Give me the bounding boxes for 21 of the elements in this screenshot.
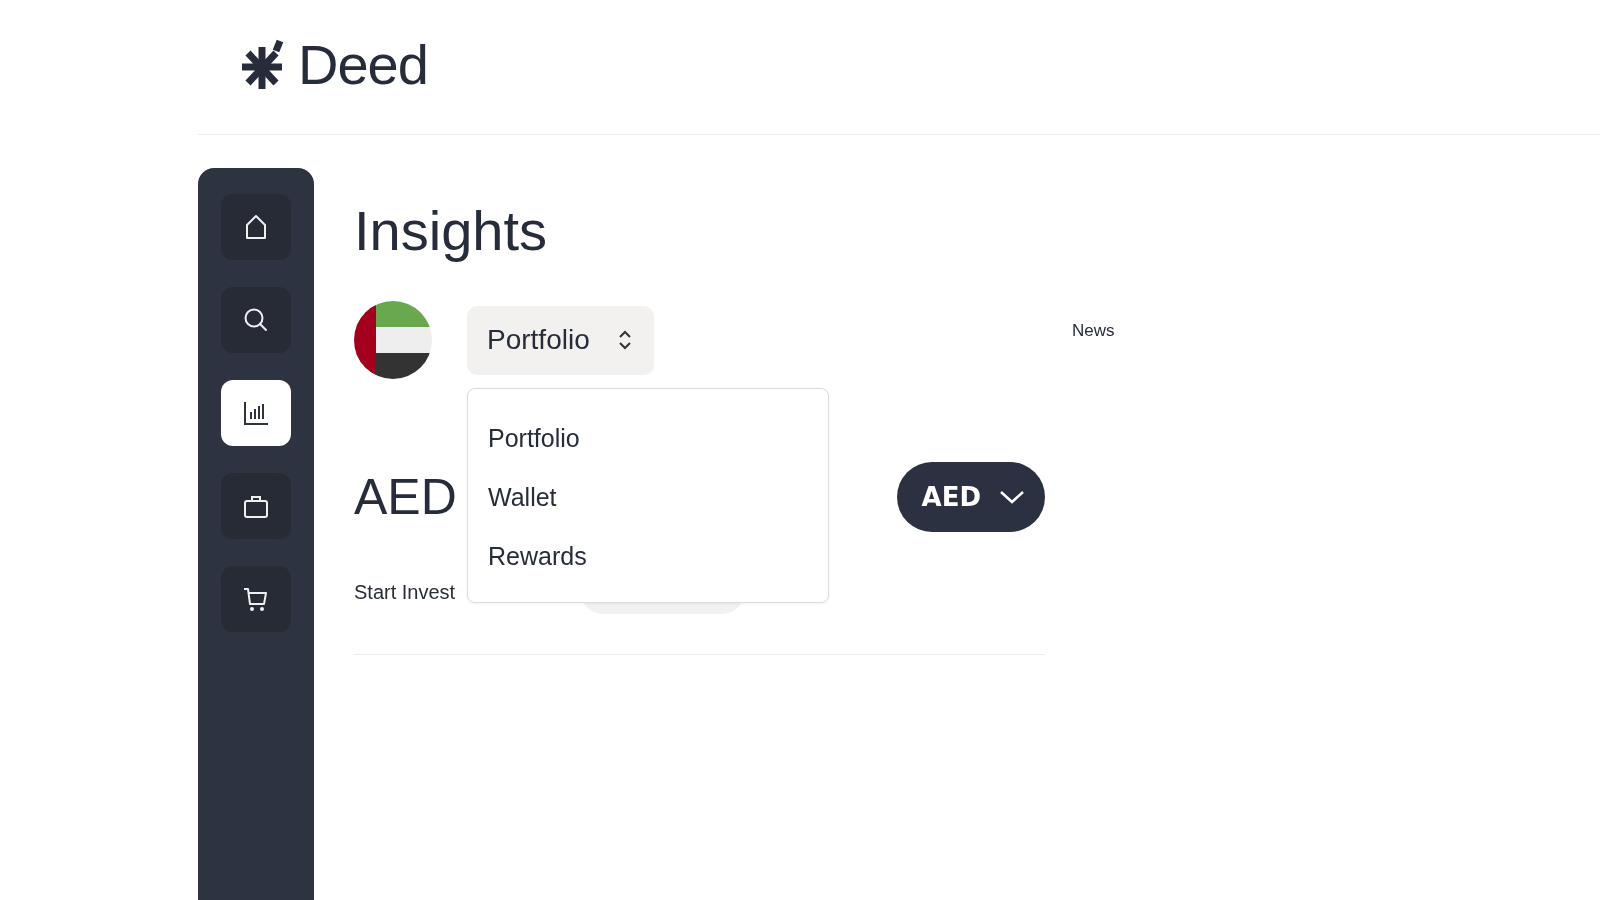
- search-icon: [242, 306, 270, 334]
- menu-item[interactable]: Rewards: [468, 526, 607, 586]
- news-heading: News: [1072, 321, 1115, 341]
- logo-text: Deed: [298, 37, 428, 93]
- flag-icon: [354, 301, 432, 379]
- currency-button[interactable]: AED: [896, 462, 1045, 532]
- cart-icon: [242, 585, 270, 613]
- updown-caret-icon: [617, 328, 632, 352]
- nav-button[interactable]: [221, 473, 291, 539]
- page-title: Insights: [354, 198, 547, 264]
- menu-item[interactable]: Portfolio: [468, 408, 600, 468]
- nav-button[interactable]: [221, 566, 291, 632]
- bar-chart-icon: [242, 399, 270, 427]
- chevron-down-icon: [999, 489, 1025, 505]
- nav-button[interactable]: [221, 194, 291, 260]
- view-select[interactable]: Portfolio: [467, 305, 654, 375]
- nav-button[interactable]: [221, 380, 291, 446]
- menu-item[interactable]: Wallet: [468, 467, 577, 527]
- currency-label: AED: [354, 472, 457, 522]
- nav-button[interactable]: [221, 287, 291, 353]
- invest-text: Start Invest: [354, 581, 456, 604]
